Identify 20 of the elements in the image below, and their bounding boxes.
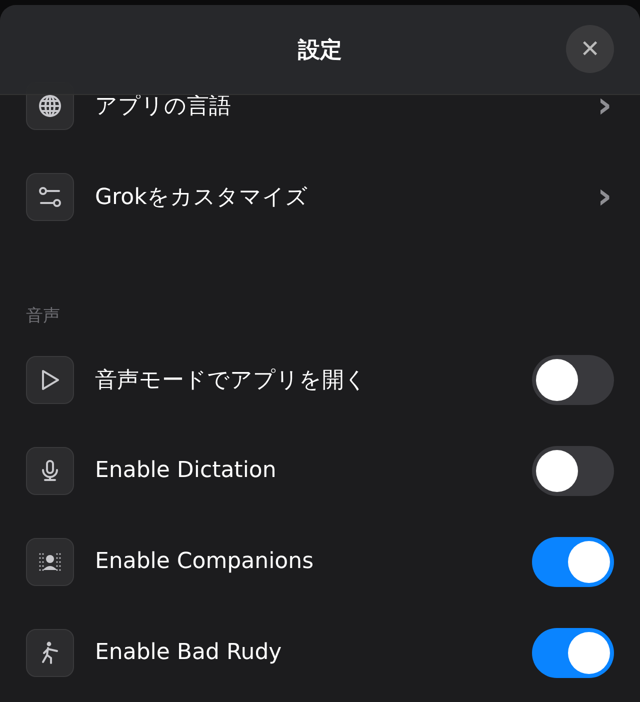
setting-label: Enable Bad Rudy xyxy=(95,640,283,665)
play-icon xyxy=(26,356,74,404)
setting-label: Enable Dictation xyxy=(95,458,278,483)
chevron-icon[interactable]: › xyxy=(597,186,612,208)
setting-label: Enable Companions xyxy=(95,549,315,574)
figure-icon xyxy=(26,628,74,676)
toggle-switch[interactable] xyxy=(532,536,614,586)
section-heading: 音声 xyxy=(25,305,61,328)
setting-label: Grokをカスタマイズ xyxy=(95,184,309,212)
microphone-icon xyxy=(26,446,74,494)
setting-label: アプリの言語 xyxy=(95,92,232,120)
setting-label: 音声モードでアプリを開く xyxy=(95,366,368,394)
toggle-switch[interactable] xyxy=(532,628,614,678)
toggle-switch[interactable] xyxy=(532,354,614,404)
window-title: 設定 xyxy=(298,36,342,64)
sliders-icon xyxy=(26,172,74,220)
person-icon xyxy=(26,538,74,586)
chevron-icon[interactable]: › xyxy=(597,94,612,116)
close-button[interactable]: ✕ xyxy=(566,25,614,73)
toggle-switch[interactable] xyxy=(532,446,614,496)
